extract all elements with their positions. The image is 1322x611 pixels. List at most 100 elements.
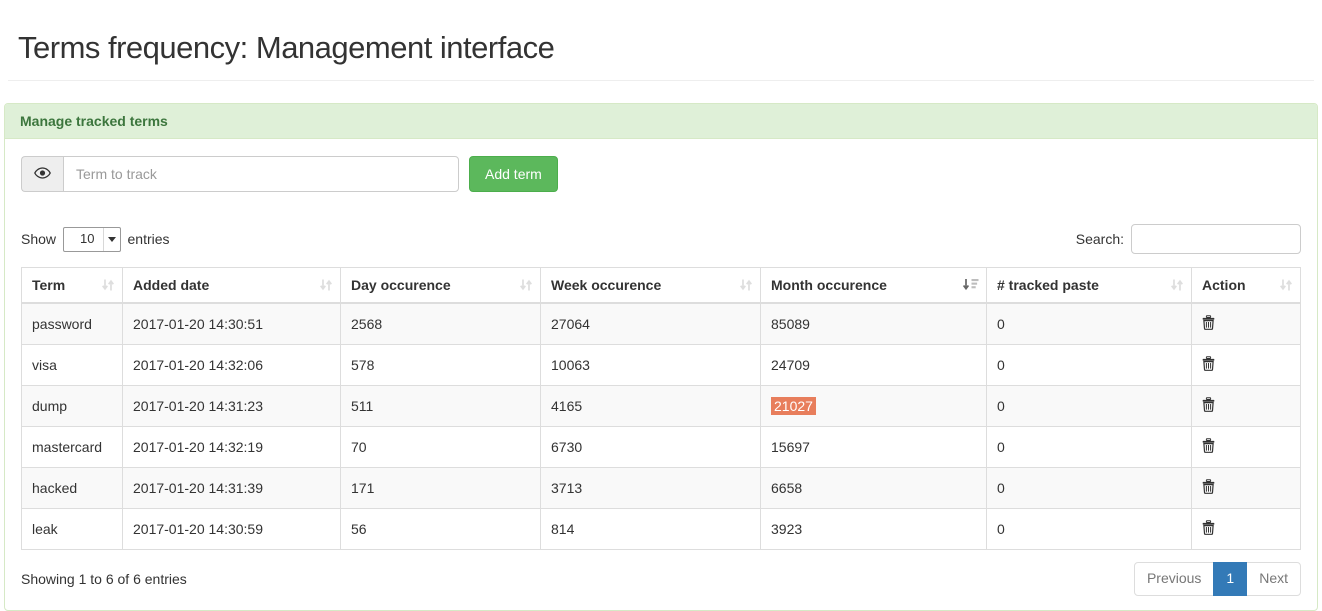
chevron-down-icon [108,237,116,242]
cell-action [1192,509,1301,550]
cell-added_date: 2017-01-20 14:30:59 [123,509,341,550]
add-term-button[interactable]: Add term [469,156,558,192]
column-label: Month occurence [771,277,887,293]
table-row: leak2017-01-20 14:30:595681439230 [22,509,1301,550]
cell-term: leak [22,509,123,550]
trash-icon [1202,399,1215,415]
manage-terms-panel: Manage tracked terms Add term Show 10 [4,103,1318,611]
sort-icon [739,279,753,292]
trash-icon [1202,358,1215,374]
pagination-page-1[interactable]: 1 [1213,562,1247,596]
sort-icon [1279,279,1293,292]
table-row: dump2017-01-20 14:31:235114165210270 [22,386,1301,427]
cell-added_date: 2017-01-20 14:31:39 [123,468,341,509]
cell-added_date: 2017-01-20 14:30:51 [123,303,341,345]
delete-term-button[interactable] [1202,397,1215,412]
trash-icon [1202,440,1215,456]
cell-tracked: 0 [987,468,1192,509]
cell-day: 70 [341,427,541,468]
cell-term: dump [22,386,123,427]
column-header-term[interactable]: Term [22,268,123,304]
sort-desc-icon [962,279,979,292]
search-control: Search: [1076,224,1301,254]
delete-term-button[interactable] [1202,356,1215,371]
cell-term: hacked [22,468,123,509]
column-label: # tracked paste [997,277,1099,293]
sort-icon [519,279,533,292]
table-row: hacked2017-01-20 14:31:39171371366580 [22,468,1301,509]
cell-tracked: 0 [987,345,1192,386]
table-header-row: Term Added date Day occurence Week occurenc… [22,268,1301,304]
column-header-month-occurence[interactable]: Month occurence [761,268,987,304]
cell-month: 24709 [761,345,987,386]
pagination-next-button[interactable]: Next [1246,562,1301,596]
column-label: Added date [133,277,209,293]
delete-term-button[interactable] [1202,315,1215,330]
delete-term-button[interactable] [1202,520,1215,535]
delete-term-button[interactable] [1202,438,1215,453]
search-input[interactable] [1131,224,1301,254]
cell-action [1192,345,1301,386]
column-label: Term [32,277,65,293]
add-term-form: Add term [21,156,1301,192]
cell-tracked: 0 [987,509,1192,550]
trash-icon [1202,522,1215,538]
delete-term-button[interactable] [1202,479,1215,494]
cell-day: 578 [341,345,541,386]
cell-day: 2568 [341,303,541,345]
cell-week: 6730 [541,427,761,468]
eye-icon [34,166,51,182]
select-caret-box [103,228,120,251]
column-header-day-occurence[interactable]: Day occurence [341,268,541,304]
terms-table: Term Added date Day occurence Week occurenc… [21,267,1301,550]
cell-month: 21027 [761,386,987,427]
cell-month: 6658 [761,468,987,509]
column-header-week-occurence[interactable]: Week occurence [541,268,761,304]
datatable-footer: Showing 1 to 6 of 6 entries Previous 1 N… [21,562,1301,596]
cell-tracked: 0 [987,303,1192,345]
datatable-controls: Show 10 entries Search: [21,224,1301,254]
panel-heading: Manage tracked terms [5,104,1317,139]
term-input[interactable] [63,156,459,192]
page-header: Terms frequency: Management interface [8,0,1314,81]
entries-label: entries [128,231,170,247]
cell-day: 171 [341,468,541,509]
cell-month: 85089 [761,303,987,345]
table-row: password2017-01-20 14:30:512568270648508… [22,303,1301,345]
page-length-value: 10 [64,228,102,251]
panel-body: Add term Show 10 entries Search: [5,139,1317,610]
sort-icon [1170,279,1184,292]
cell-term: mastercard [22,427,123,468]
cell-term: visa [22,345,123,386]
show-label: Show [21,231,56,247]
column-label: Action [1202,277,1246,293]
trash-icon [1202,481,1215,497]
cell-added_date: 2017-01-20 14:32:19 [123,427,341,468]
pagination: Previous 1 Next [1134,562,1301,596]
search-label: Search: [1076,231,1124,247]
cell-day: 511 [341,386,541,427]
pagination-previous-button[interactable]: Previous [1134,562,1214,596]
cell-action [1192,427,1301,468]
column-label: Week occurence [551,277,661,293]
eye-addon [21,156,63,192]
column-header-tracked-paste[interactable]: # tracked paste [987,268,1192,304]
cell-week: 814 [541,509,761,550]
page-title: Terms frequency: Management interface [18,30,1304,66]
highlighted-value: 21027 [771,397,816,415]
cell-action [1192,386,1301,427]
cell-tracked: 0 [987,386,1192,427]
column-header-added-date[interactable]: Added date [123,268,341,304]
table-row: mastercard2017-01-20 14:32:1970673015697… [22,427,1301,468]
cell-action [1192,303,1301,345]
table-info: Showing 1 to 6 of 6 entries [21,571,187,587]
cell-week: 3713 [541,468,761,509]
column-label: Day occurence [351,277,451,293]
cell-added_date: 2017-01-20 14:31:23 [123,386,341,427]
cell-month: 15697 [761,427,987,468]
column-header-action[interactable]: Action [1192,268,1301,304]
table-row: visa2017-01-20 14:32:0657810063247090 [22,345,1301,386]
page-length-select[interactable]: 10 [63,227,120,252]
cell-week: 27064 [541,303,761,345]
cell-month: 3923 [761,509,987,550]
